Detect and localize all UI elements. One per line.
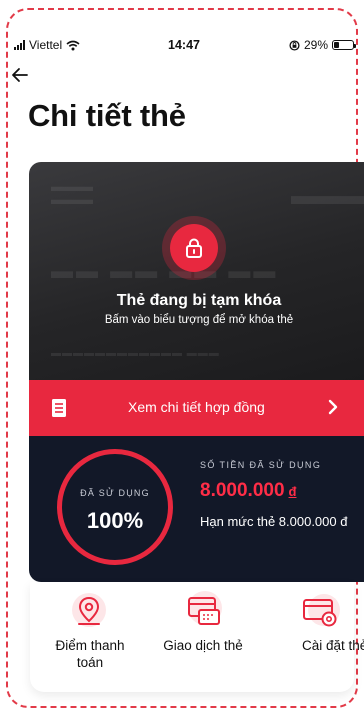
- payment-points-label: Điểm thanh toán: [55, 638, 125, 670]
- card-number-watermark: ▬▬ ▬▬ ▬▬ ▬▬: [51, 258, 279, 283]
- lock-icon: [186, 238, 202, 258]
- battery-fill: [334, 42, 340, 48]
- credit-limit-text: Hạn mức thẻ 8.000.000 đ: [200, 514, 348, 529]
- card-transactions-label: Giao dịch thẻ: [163, 638, 243, 653]
- back-button[interactable]: [10, 64, 32, 86]
- chevron-right-icon: [328, 399, 338, 415]
- used-amount-number: 8.000.000: [200, 480, 285, 501]
- card-actions: Điểm thanh toán Giao dịch thẻ Cài đặt th…: [30, 582, 364, 692]
- clock: 14:47: [168, 38, 200, 52]
- used-percent-label: ĐÃ SỬ DỤNG: [80, 488, 150, 498]
- usage-ring: ĐÃ SỬ DỤNG 100%: [57, 449, 173, 565]
- card-transactions-button[interactable]: Giao dịch thẻ: [148, 582, 258, 692]
- card-locked-title: Thẻ đang bị tạm khóa: [116, 292, 282, 309]
- arrow-left-icon: [12, 68, 28, 82]
- used-percent-value: 100%: [86, 508, 144, 533]
- used-amount-currency: đ: [288, 484, 297, 499]
- card-settings-button[interactable]: Cài đặt thẻ: [258, 582, 364, 692]
- card-settings-icon: [303, 594, 340, 627]
- card-network-watermark: ▬▬▬: [291, 180, 364, 210]
- wifi-icon: [66, 40, 80, 50]
- card-panel: ▬▬▬ ▬▬▬ ▬▬▬ ▬▬ ▬▬ ▬▬ ▬▬ ▬▬▬▬▬▬▬▬▬▬▬▬ ▬▬▬ …: [29, 162, 364, 582]
- usage-panel: ĐÃ SỬ DỤNG 100% SỐ TIỀN ĐÃ SỬ DỤNG 8.000…: [29, 436, 364, 582]
- used-amount-value: 8.000.000 đ: [200, 480, 296, 502]
- card-holder-watermark: ▬▬▬▬▬▬▬▬▬▬▬▬ ▬▬▬: [51, 348, 220, 359]
- card-settings-label: Cài đặt thẻ: [302, 638, 364, 653]
- map-pin-icon: [72, 593, 106, 627]
- document-icon: [52, 399, 66, 417]
- battery-percent: 29%: [303, 38, 328, 52]
- unlock-card-button[interactable]: [170, 224, 218, 272]
- view-contract-label: Xem chi tiết hợp đồng: [128, 399, 265, 415]
- view-contract-button[interactable]: Xem chi tiết hợp đồng: [29, 380, 364, 436]
- status-bar: Viettel 14:47 29%: [14, 37, 356, 53]
- battery-icon: [332, 40, 356, 50]
- signal-icon: [14, 40, 25, 50]
- used-amount-label: SỐ TIỀN ĐÃ SỬ DỤNG: [200, 460, 322, 470]
- card-image: ▬▬▬ ▬▬▬ ▬▬▬ ▬▬ ▬▬ ▬▬ ▬▬ ▬▬▬▬▬▬▬▬▬▬▬▬ ▬▬▬ …: [29, 162, 364, 380]
- page-title: Chi tiết thẻ: [28, 98, 186, 133]
- payment-points-button[interactable]: Điểm thanh toán: [30, 582, 148, 692]
- card-transactions-icon: [188, 591, 222, 625]
- orientation-lock-icon: [289, 39, 300, 51]
- card-brand-watermark: ▬▬▬ ▬▬▬: [51, 178, 93, 207]
- card-locked-hint: Bấm vào biểu tượng để mở khóa thẻ: [104, 314, 294, 326]
- carrier-name: Viettel: [29, 38, 63, 52]
